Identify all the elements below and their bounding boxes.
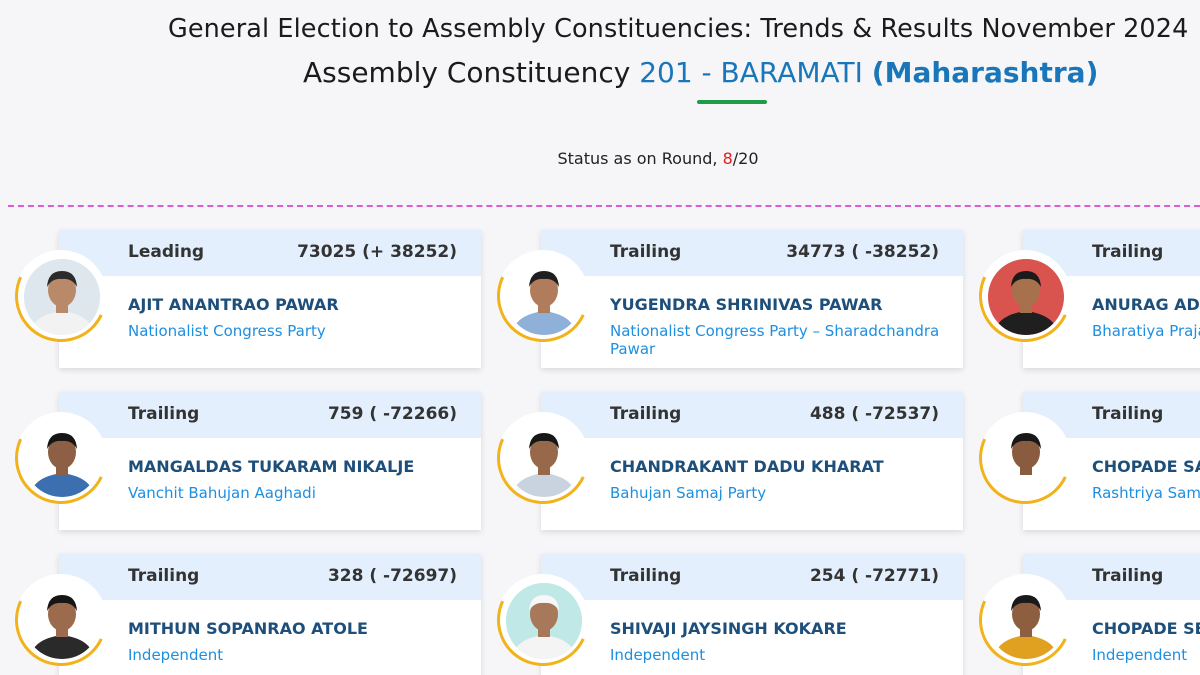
- candidate-votes: 759 ( -72266): [327, 404, 457, 424]
- candidate-photo: [988, 259, 1064, 335]
- candidate-card[interactable]: Trailing ANURAG ADINATH KHALATE Bharatiy…: [966, 230, 1200, 368]
- candidate-photo: [24, 259, 100, 335]
- candidate-photo: [24, 421, 100, 497]
- candidate-name[interactable]: CHOPADE SACHIN: [1092, 457, 1200, 476]
- candidate-name[interactable]: MANGALDAS TUKARAM NIKALJE: [128, 457, 414, 476]
- round-status: Status as on Round, 8/20: [0, 149, 1200, 168]
- state-name: (Maharashtra): [871, 56, 1099, 89]
- constituency-prefix: Assembly Constituency: [303, 56, 631, 89]
- candidate-card[interactable]: Trailing 488 ( -72537) CHANDRAKANT DADU …: [484, 392, 963, 530]
- candidate-status: Trailing: [1092, 404, 1164, 424]
- candidate-card[interactable]: Trailing 34773 ( -38252) YUGENDRA SHRINI…: [484, 230, 963, 368]
- candidate-name[interactable]: SHIVAJI JAYSINGH KOKARE: [610, 619, 847, 638]
- candidate-status: Trailing: [1092, 566, 1164, 586]
- page-title: General Election to Assembly Constituenc…: [168, 14, 1189, 44]
- candidate-party: Independent: [128, 646, 224, 664]
- candidate-party: Rashtriya Samaj Paksha: [1092, 484, 1200, 502]
- candidate-status: Trailing: [1092, 242, 1164, 262]
- status-prefix: Status as on Round,: [557, 149, 718, 168]
- candidate-votes: 488 ( -72537): [809, 404, 939, 424]
- candidate-photo: [988, 421, 1064, 497]
- total-rounds: /20: [732, 149, 759, 168]
- candidate-name[interactable]: CHANDRAKANT DADU KHARAT: [610, 457, 884, 476]
- constituency-title: Assembly Constituency 201 - BARAMATI (Ma…: [303, 56, 1098, 89]
- current-round: 8: [722, 149, 733, 168]
- candidate-votes: 73025 (+ 38252): [297, 242, 457, 262]
- title-underline: [697, 100, 767, 104]
- candidate-party: Vanchit Bahujan Aaghadi: [128, 484, 316, 502]
- candidate-party: Bahujan Samaj Party: [610, 484, 767, 502]
- candidate-photo: [24, 583, 100, 659]
- candidate-card[interactable]: Trailing 254 ( -72771) SHIVAJI JAYSINGH …: [484, 554, 963, 675]
- candidate-photo: [506, 583, 582, 659]
- candidate-party: Independent: [1092, 646, 1188, 664]
- candidate-card[interactable]: Trailing 328 ( -72697) MITHUN SOPANRAO A…: [2, 554, 481, 675]
- candidate-party: Nationalist Congress Party: [128, 322, 326, 340]
- candidate-votes: 34773 ( -38252): [786, 242, 939, 262]
- constituency-name: 201 - BARAMATI: [639, 56, 863, 89]
- candidate-votes: 328 ( -72697): [327, 566, 457, 586]
- candidate-party: Nationalist Congress Party – Sharadchand…: [610, 322, 940, 358]
- candidate-party: Independent: [610, 646, 706, 664]
- candidate-name[interactable]: ANURAG ADINATH KHALATE: [1092, 295, 1200, 314]
- results-page: General Election to Assembly Constituenc…: [0, 0, 1200, 675]
- candidate-name[interactable]: MITHUN SOPANRAO ATOLE: [128, 619, 368, 638]
- candidate-card[interactable]: Leading 73025 (+ 38252) AJIT ANANTRAO PA…: [2, 230, 481, 368]
- section-divider: [8, 205, 1200, 207]
- candidate-name[interactable]: AJIT ANANTRAO PAWAR: [128, 295, 339, 314]
- candidate-photo: [506, 421, 582, 497]
- candidate-name[interactable]: YUGENDRA SHRINIVAS PAWAR: [610, 295, 882, 314]
- candidate-name[interactable]: CHOPADE SEEMA: [1092, 619, 1200, 638]
- candidate-photo: [506, 259, 582, 335]
- candidate-card[interactable]: Trailing CHOPADE SACHIN Rashtriya Samaj …: [966, 392, 1200, 530]
- candidate-party: Bharatiya Praja Party: [1092, 322, 1200, 340]
- candidate-card[interactable]: Trailing 759 ( -72266) MANGALDAS TUKARAM…: [2, 392, 481, 530]
- candidate-photo: [988, 583, 1064, 659]
- candidate-votes: 254 ( -72771): [809, 566, 939, 586]
- candidate-card[interactable]: Trailing CHOPADE SEEMA Independent: [966, 554, 1200, 675]
